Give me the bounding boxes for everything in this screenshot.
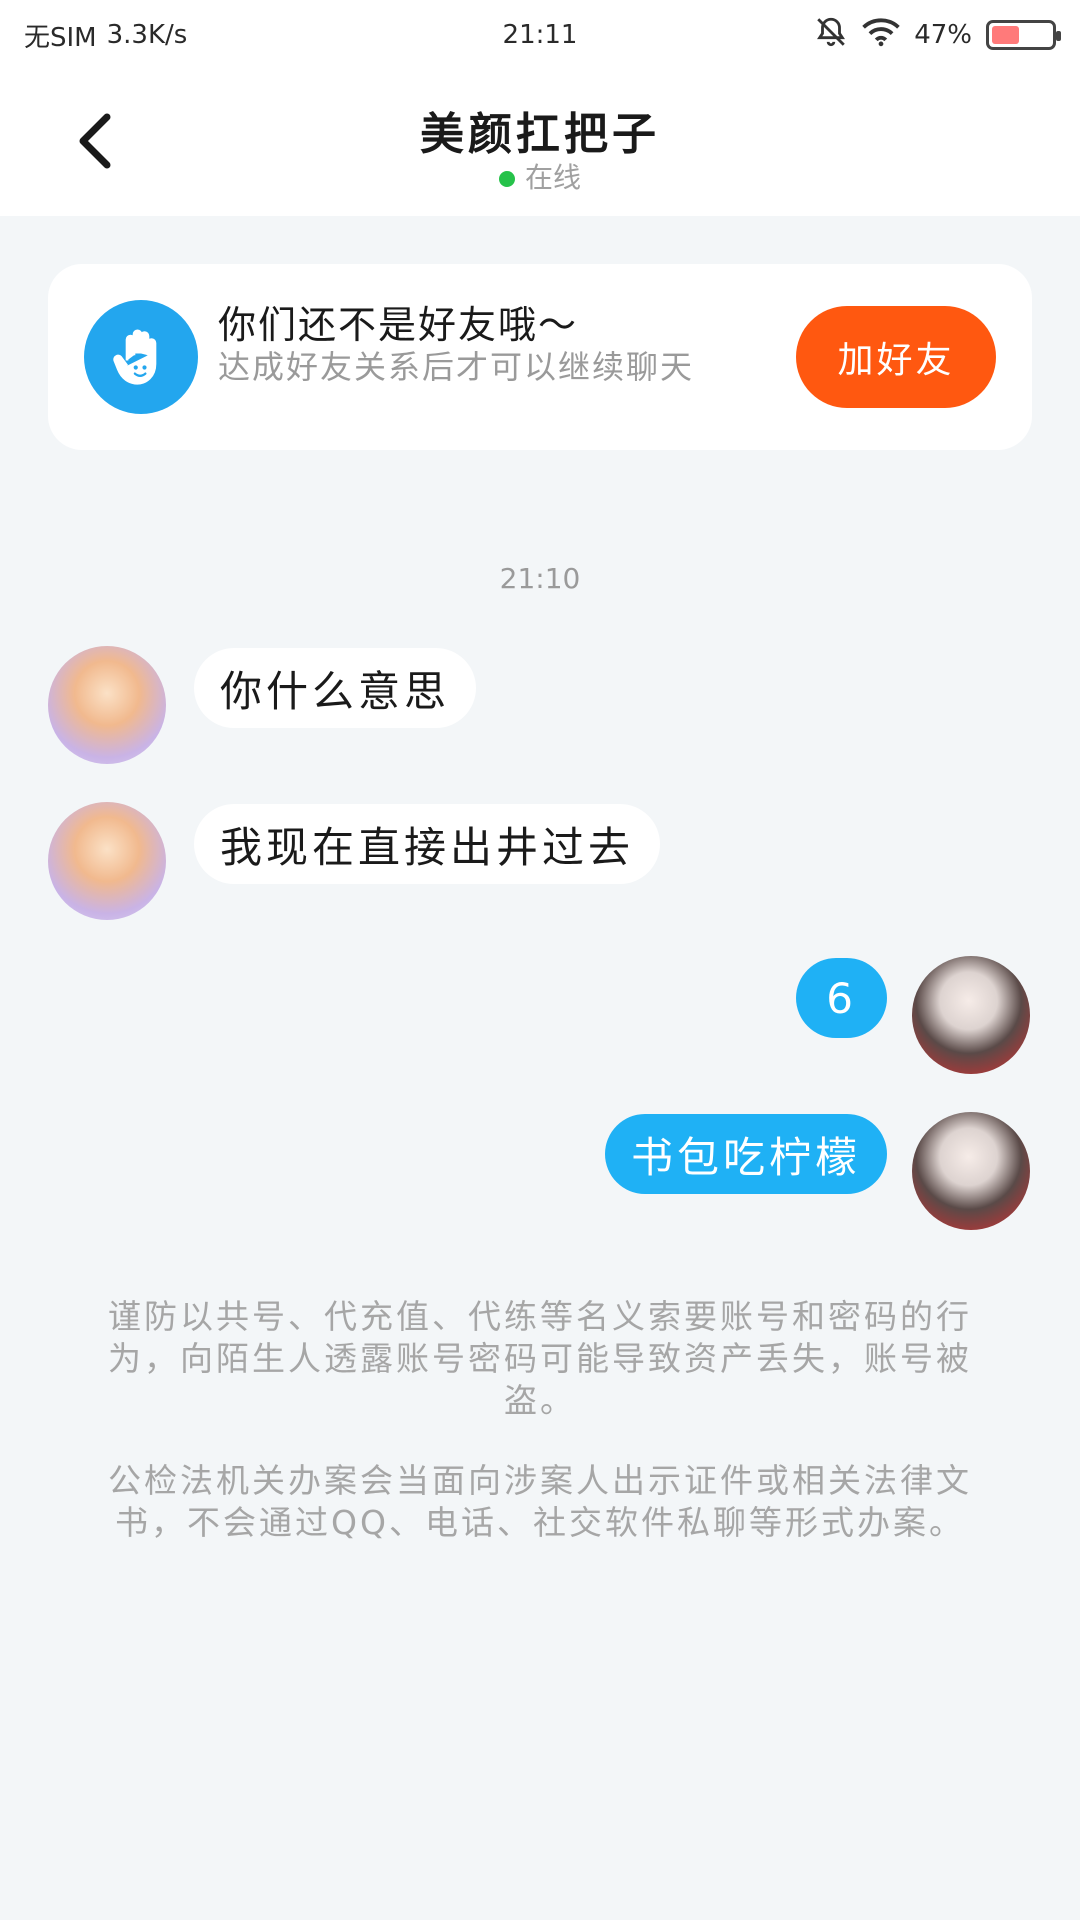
online-dot-icon <box>498 171 515 187</box>
online-status: 在线 <box>0 156 1080 196</box>
battery-level <box>992 26 1020 44</box>
peer-avatar[interactable] <box>48 802 166 920</box>
not-friends-card: 你们还不是好友哦～ 达成好友关系后才可以继续聊天 加好友 <box>48 264 1032 450</box>
message-timestamp: 21:10 <box>499 562 581 595</box>
network-speed: 3.3K/s <box>106 20 188 50</box>
not-friends-title: 你们还不是好友哦～ <box>218 303 579 347</box>
chat-title: 美颜扛把子 <box>420 109 660 160</box>
status-bar-right: 47% <box>814 15 1061 56</box>
security-notice: 公检法机关办案会当面向涉案人出示证件或相关法律文书，不会通过QQ、电话、社交软件… <box>108 1461 972 1542</box>
hand-wave-icon <box>84 300 198 414</box>
status-bar: 无SIM 3.3K/s 21:11 47% <box>0 0 1080 70</box>
message-bubble-outgoing[interactable]: 6 <box>796 958 887 1038</box>
security-notice: 谨防以共号、代充值、代练等名义索要账号和密码的行为，向陌生人透露账号密码可能导致… <box>108 1297 972 1420</box>
mute-bell-icon <box>814 15 848 56</box>
add-friend-button[interactable]: 加好友 <box>796 306 996 408</box>
status-bar-left: 无SIM 3.3K/s <box>24 17 187 54</box>
wifi-icon <box>862 17 900 54</box>
battery-percent: 47% <box>914 20 972 50</box>
chat-header: 美颜扛把子 在线 <box>0 70 1080 216</box>
sim-status: 无SIM <box>24 22 97 53</box>
peer-avatar[interactable] <box>48 646 166 764</box>
message-bubble-outgoing[interactable]: 书包吃柠檬 <box>604 1114 887 1194</box>
not-friends-description: 达成好友关系后才可以继续聊天 <box>218 348 695 386</box>
message-bubble-incoming[interactable]: 你什么意思 <box>194 648 477 728</box>
message-bubble-incoming[interactable]: 我现在直接出井过去 <box>194 804 661 884</box>
self-avatar[interactable] <box>912 1112 1030 1230</box>
self-avatar[interactable] <box>912 956 1030 1074</box>
battery-icon <box>986 20 1061 50</box>
online-status-label: 在线 <box>524 161 581 194</box>
